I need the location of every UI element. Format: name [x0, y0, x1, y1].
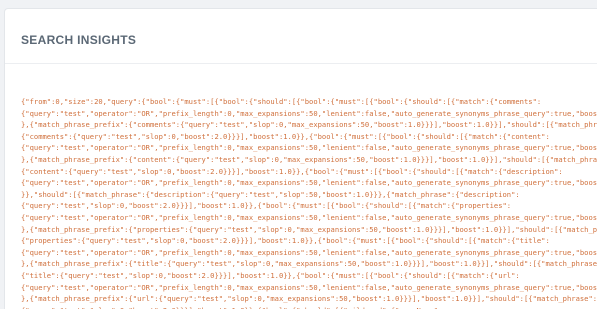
query-line: {"from":0,"size":20,"query":{"bool":{"mu… — [21, 97, 542, 106]
search-insights-card: SEARCH INSIGHTS {"from":0,"size":20,"que… — [4, 8, 597, 309]
query-line: {"query":"test","operator":"OR","prefix_… — [21, 143, 597, 153]
query-line: },{"match_phrase_prefix":{"comments":{"q… — [21, 120, 597, 130]
query-line: },{"match_phrase_prefix":{"content":{"qu… — [21, 154, 597, 164]
query-line: {"query":"test","operator":"OR","prefix_… — [21, 282, 597, 292]
query-line: {"query":"test","slop":0,"boost":2.0}}}]… — [21, 305, 591, 309]
card-title: SEARCH INSIGHTS — [21, 33, 137, 47]
search-query-json: {"from":0,"size":20,"query":{"bool":{"mu… — [21, 96, 597, 309]
query-line: {"title":{"query":"test","slop":0,"boost… — [21, 270, 520, 280]
query-line: {"query":"test","operator":"OR","prefix_… — [21, 212, 597, 222]
query-line: {"query":"test","operator":"OR","prefix_… — [21, 108, 597, 118]
query-line: },{"match_phrase_prefix":{"title":{"quer… — [21, 259, 597, 269]
query-line: {"query":"test","operator":"OR","prefix_… — [21, 247, 597, 257]
query-line: },{"match_phrase_prefix":{"properties":{… — [21, 224, 597, 234]
query-line: {"query":"test","operator":"OR","prefix_… — [21, 178, 597, 188]
query-line: },{"match_phrase_prefix":{"url":{"query"… — [21, 294, 597, 304]
query-line: {"comments":{"query":"test","slop":0,"bo… — [21, 131, 550, 141]
query-line: {"query":"test","slop":0,"boost":2.0}}}]… — [21, 201, 512, 211]
query-line: {"content":{"query":"test","slop":0,"boo… — [21, 166, 563, 176]
card-header: SEARCH INSIGHTS — [5, 9, 597, 64]
card-body: {"from":0,"size":20,"query":{"bool":{"mu… — [5, 64, 597, 309]
query-line: {"properties":{"query":"test","slop":0,"… — [21, 236, 550, 246]
query-line: }},"should":[{"match_phrase":{"descripti… — [21, 189, 520, 199]
